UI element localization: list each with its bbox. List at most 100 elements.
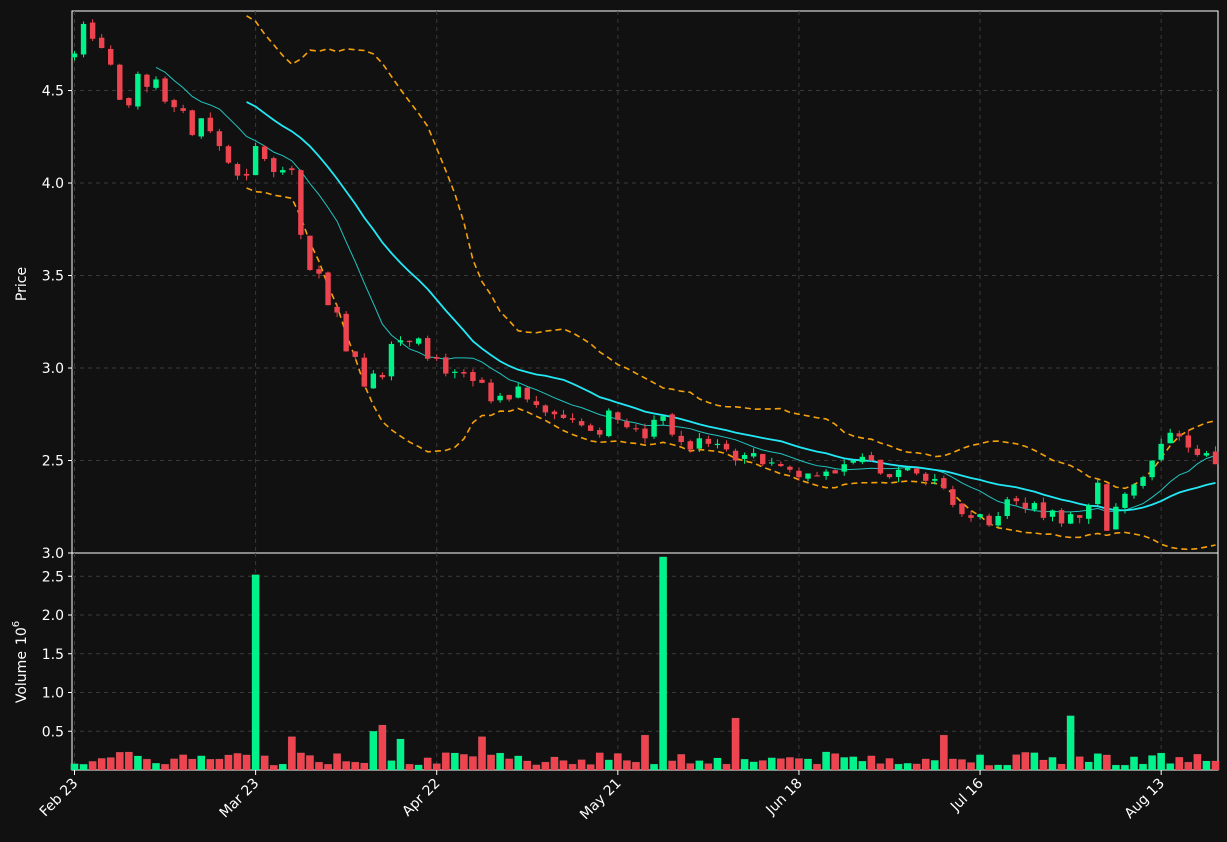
volume-bar [930,760,939,771]
volume-bar [224,754,233,771]
volume-axis-label: Volume 106 [11,621,30,703]
candle-body [787,466,793,470]
candle-body [1040,502,1047,518]
volume-bar [1003,764,1012,771]
candle-body [687,441,693,450]
volume-bar [251,574,260,771]
volume-bar [659,556,668,771]
candle-body [1212,451,1219,465]
volume-bar [351,761,360,771]
volume-bar [1075,756,1084,771]
candle-body [624,421,630,428]
volume-bar [631,761,640,771]
volume-bar [740,758,749,771]
price-panel-frame [71,10,1219,554]
candle-body [479,379,485,383]
candle-body [678,435,684,443]
candle-body [1149,460,1155,478]
volume-bar [1211,760,1220,771]
x-tick-label: Jun 18 [763,776,806,819]
volume-bar [577,759,586,771]
chart-svg: 3.0 2.5 3.0 3.5 4.0 4.5 Price 0.5 1.0 1.5 2.0 2.5… [11,10,1220,823]
volume-bar [1030,752,1039,771]
candle-body [89,22,96,39]
volume-tick-label: 1.0 [42,686,64,702]
volume-bar [586,764,595,771]
volume-bar [514,755,523,771]
candle-body [959,503,965,515]
volume-tick-label: 0.5 [42,724,64,740]
candle-body [932,479,938,481]
candle-body [361,357,367,387]
volume-bar [324,763,333,771]
volume-bar [70,763,79,771]
candle-body [189,110,195,135]
volume-bar [360,762,369,771]
candle-body [732,450,739,461]
candle-body [1086,504,1092,519]
volume-bar [1048,757,1057,771]
x-tick-label: Aug 13 [1122,776,1168,822]
candle-body [1158,443,1164,460]
volume-bar [749,761,758,771]
candle-body [153,79,159,88]
candle-body [1031,503,1038,510]
volume-bar [441,752,450,771]
candle-body [533,401,540,406]
candle-body [760,454,766,465]
volume-bar [378,724,387,771]
candle-body [778,464,784,467]
candle-body [1131,484,1137,496]
volume-bar [468,756,477,771]
candle-body [714,443,721,446]
candle-body [443,357,449,374]
price-tick-label: 2.5 [42,454,64,470]
candle-body [542,405,549,413]
volume-bar [1157,752,1166,771]
volume-bar [613,753,622,771]
candle-body [986,515,992,526]
volume-bar [550,756,559,771]
volume-axis-label-text: Volume [14,651,30,703]
candle-body [397,340,404,343]
candle-body [886,474,893,478]
candle-body [144,74,150,87]
candle-body [805,473,811,479]
volume-bar [1066,715,1075,771]
candle-body [316,269,322,274]
volume-bar [804,758,812,771]
volume-bar [985,765,994,771]
candle-body [1013,498,1019,502]
volume-bar [396,738,405,771]
x-tick-label: Mar 23 [217,776,263,822]
volume-bar [794,758,803,771]
candle-body [669,414,675,435]
volume-bar [1111,764,1120,771]
candle-body [1113,506,1119,530]
candle-body [506,394,512,400]
volume-axis-exponent-power: 6 [11,621,22,627]
volume-bar [731,717,740,771]
volume-bar [1139,763,1148,771]
volume-bar [668,760,677,771]
candle-body [814,475,820,477]
volume-bar [903,763,912,771]
volume-bar [342,761,351,771]
volume-bar [1130,756,1138,771]
candle-body [117,64,123,100]
volume-bar [604,759,613,771]
volume-bar [115,751,124,771]
candle-body [895,469,902,478]
volume-bar [849,756,858,771]
candle-body [850,460,856,463]
candle-body [1004,499,1010,517]
candle-body [633,428,639,430]
volume-bar [305,755,314,771]
candle-body [1095,482,1101,505]
volume-bar [161,763,170,771]
candle-body [207,117,214,132]
candle-body [334,306,340,313]
candle-body [379,375,386,378]
volume-bar [487,754,496,771]
volume-bar [1202,760,1211,771]
